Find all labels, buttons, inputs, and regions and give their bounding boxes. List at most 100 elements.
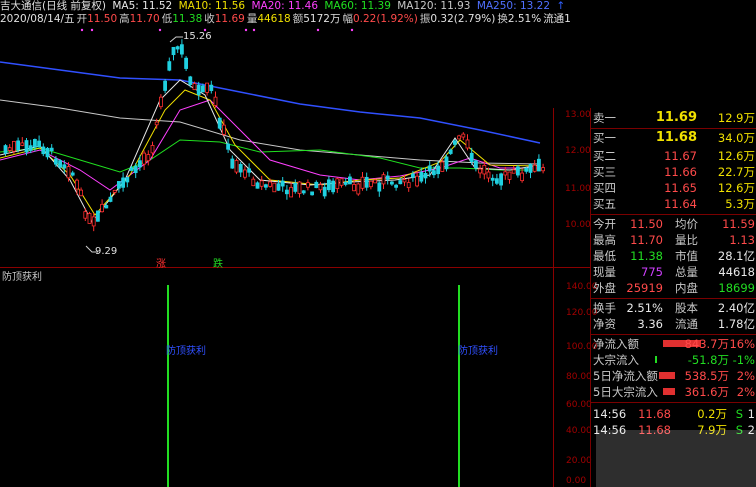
turn-value: 2.51%: [626, 301, 663, 315]
y-label-12: 12.00: [565, 146, 591, 156]
candle-body: [427, 165, 432, 172]
amt-label: 额: [292, 13, 304, 25]
close-value: 11.69: [214, 13, 245, 25]
stat-row-low: 最低 11.38 市值 28.1亿: [591, 248, 756, 264]
now-label: 现量: [593, 265, 616, 279]
open-value: 11.50: [630, 217, 663, 231]
candle-body: [368, 180, 373, 188]
candle-body: [452, 140, 457, 145]
candle-body: [154, 121, 159, 126]
candle-body: [511, 169, 516, 174]
candle-body: [213, 96, 218, 106]
candle-body: [440, 161, 445, 172]
buy2-price: 11.67: [664, 149, 697, 163]
buy4-price: 11.65: [664, 181, 697, 195]
candle-body: [406, 182, 411, 189]
candle-body: [184, 57, 189, 69]
high-value: 11.70: [630, 233, 663, 247]
flow-row[interactable]: 5日净流入额 538.5万 2%: [591, 368, 756, 384]
flow-bar: [655, 356, 657, 363]
candle-body: [461, 133, 466, 138]
flow-label: 净流入额: [593, 337, 639, 351]
candle-body: [272, 182, 277, 193]
candle-body: [100, 203, 104, 213]
stat-row-turn: 换手 2.51% 股本 2.40亿: [591, 300, 756, 316]
candle-body: [205, 82, 210, 93]
sell1-row[interactable]: 卖一 11.69 12.9万: [591, 110, 756, 126]
float-value: 1.78亿: [717, 317, 755, 331]
close-label: 收: [204, 13, 215, 25]
amp-value: 0.32(2.79%): [430, 13, 496, 25]
flow-value: 843.7万: [684, 337, 729, 351]
sub-y-20: 20.00: [566, 456, 592, 466]
candle-body: [62, 164, 67, 169]
in-label: 内盘: [675, 281, 698, 295]
candle-body: [377, 182, 382, 192]
candle-body: [137, 160, 142, 168]
total-label: 总量: [675, 265, 698, 279]
candle-body: [33, 139, 37, 148]
candle-body: [410, 173, 415, 178]
ma60-value: MA60: 11.39: [324, 0, 391, 12]
blank-area-2: [231, 220, 553, 267]
candle-body: [226, 143, 231, 150]
ma250-value: MA250: 13.22: [476, 0, 551, 12]
ratio-value: 1.13: [729, 233, 755, 247]
sub-y-40: 40.00: [566, 426, 592, 436]
sub-y-0: 0.00: [566, 476, 587, 486]
candle-body: [482, 164, 487, 175]
candle-body: [150, 145, 155, 154]
fall-tag: 跌: [213, 259, 223, 270]
buy4-label: 买四: [593, 181, 616, 195]
candle-body: [331, 180, 336, 193]
candle-body: [16, 140, 21, 151]
divider: [591, 214, 756, 215]
flow-pct: 2%: [736, 385, 755, 399]
buy4-row[interactable]: 买四 11.65 12.6万: [591, 180, 756, 196]
candle-body: [310, 191, 315, 196]
na-label: 净资: [593, 317, 616, 331]
buy2-vol: 12.6万: [717, 149, 755, 163]
high-mark: 15.26: [183, 31, 212, 42]
candle-body: [251, 178, 256, 187]
buy3-price: 11.66: [664, 165, 697, 179]
tick-count: 1: [747, 407, 755, 421]
candle-body: [276, 183, 281, 191]
up-arrow-icon: ↑: [556, 0, 566, 12]
candle-body: [314, 181, 319, 189]
candle-body: [20, 142, 25, 146]
now-value: 775: [641, 265, 663, 279]
candle-body: [163, 80, 168, 91]
buy1-label: 买一: [593, 131, 616, 145]
candle-body: [436, 165, 441, 175]
candle-body: [146, 154, 151, 162]
candle-body: [448, 149, 453, 154]
ma10-line: [0, 89, 541, 216]
candle-body: [79, 189, 83, 197]
candle-body: [37, 140, 41, 147]
flow-row[interactable]: 大宗流入 -51.8万 -1%: [591, 352, 756, 368]
flow-row[interactable]: 5日大宗流入 361.6万 2%: [591, 384, 756, 400]
out-label: 外盘: [593, 281, 616, 295]
candle-body: [516, 166, 520, 176]
buy3-row[interactable]: 买三 11.66 22.7万: [591, 164, 756, 180]
stat-row-na: 净资 3.36 流通 1.78亿: [591, 316, 756, 332]
candle-body: [70, 172, 75, 176]
candle-body: [263, 184, 268, 188]
buy2-row[interactable]: 买二 11.67 12.6万: [591, 148, 756, 164]
candle-body: [381, 174, 386, 185]
flow-row[interactable]: 净流入额 843.7万 16%: [591, 336, 756, 352]
tick-price: 11.68: [638, 407, 671, 421]
flow-label: 5日大宗流入: [593, 385, 658, 399]
candle-body: [520, 172, 524, 182]
tick-time: 14:56: [593, 407, 627, 421]
candle-body: [318, 184, 323, 191]
buy5-row[interactable]: 买五 11.64 5.3万: [591, 196, 756, 212]
candle-body: [326, 179, 331, 191]
high-value: 11.70: [129, 13, 160, 25]
tick-row: 14:56 11.68 0.2万 S 1: [591, 406, 756, 422]
buy1-row[interactable]: 买一 11.68 34.0万: [591, 130, 756, 146]
sell1-label: 卖一: [593, 111, 616, 125]
cap-label: 股本: [675, 301, 698, 315]
y-label-13: 13.00: [565, 110, 591, 120]
